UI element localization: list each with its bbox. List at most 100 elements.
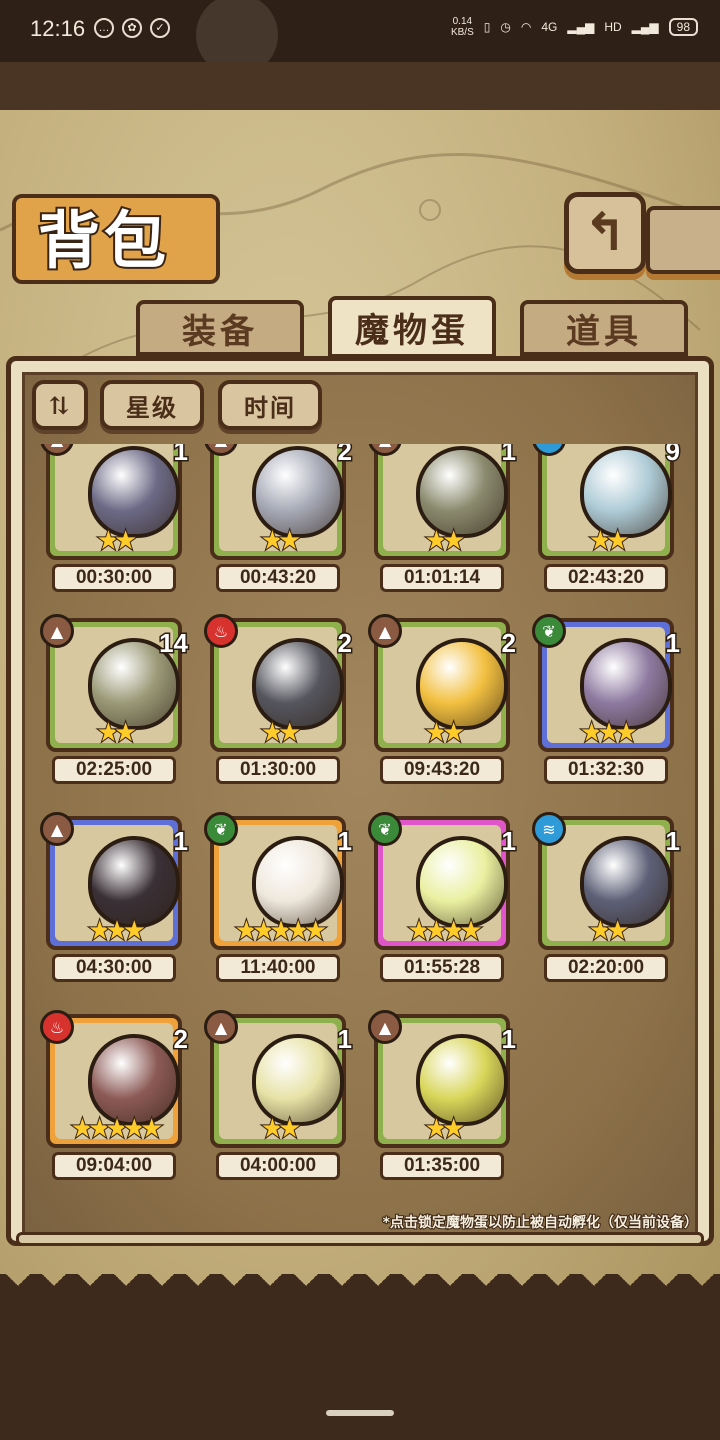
monster-egg-icon (252, 446, 344, 538)
egg-card[interactable]: 1 ❦ ★★★★ 01:55:28 (358, 812, 518, 982)
earth-element-icon: ▲ (368, 1010, 402, 1044)
signal-4g: 4G (541, 20, 558, 34)
star-icon: ★ (260, 717, 285, 749)
wifi-icon: ◠ (520, 20, 532, 34)
back-button[interactable]: ↰ (564, 192, 646, 274)
cell-signal-icon-2: ▂▄▆ (631, 20, 659, 34)
home-indicator[interactable] (326, 1410, 394, 1416)
star-icon: ★ (588, 525, 613, 557)
egg-count: 2 (172, 1023, 190, 1056)
egg-count: 1 (500, 444, 518, 468)
tab-monster-eggs[interactable]: 魔物蛋 (328, 296, 496, 358)
hatch-timer: 11:40:00 (216, 954, 340, 982)
sort-by-time-label: 时间 (244, 392, 296, 422)
earth-element-icon: ▲ (368, 614, 402, 648)
monster-egg-icon (252, 1034, 344, 1126)
hatch-timer: 00:30:00 (52, 564, 176, 592)
star-icon: ★ (277, 525, 302, 557)
hatch-timer: 02:25:00 (52, 756, 176, 784)
monster-egg-icon (416, 836, 508, 928)
earth-element-icon: ▲ (40, 812, 74, 846)
egg-count: 1 (664, 825, 682, 858)
star-rating: ★★ (374, 717, 510, 749)
star-icon: ★ (424, 915, 449, 947)
egg-count: 2 (500, 627, 518, 660)
star-icon: ★ (87, 1113, 112, 1145)
hatch-timer: 04:30:00 (52, 954, 176, 982)
star-icon: ★ (251, 915, 276, 947)
tab-items[interactable]: 道具 (520, 300, 688, 356)
star-icon: ★ (277, 1113, 302, 1145)
star-rating: ★★ (374, 525, 510, 557)
star-rating: ★★★ (46, 915, 182, 947)
egg-card[interactable]: 1 ❦ ★★★ 01:32:30 (522, 614, 682, 784)
net-speed-value: 0.14 (452, 16, 473, 27)
star-icon: ★ (113, 717, 138, 749)
status-time: 12:16 (30, 16, 86, 41)
egg-card[interactable]: 1 ≋ ★★ 02:20:00 (522, 812, 682, 982)
tab-equipment[interactable]: 装备 (136, 300, 304, 356)
star-icon: ★ (87, 915, 112, 947)
star-icon: ★ (96, 525, 121, 557)
egg-card[interactable]: 1▲★★00:30:00 (30, 444, 190, 592)
tab-items-label: 道具 (566, 311, 642, 352)
back-arrow-icon: ↰ (583, 203, 627, 263)
egg-count: 1 (172, 444, 190, 468)
egg-count: 9 (664, 444, 682, 468)
hatch-timer: 01:55:28 (380, 954, 504, 982)
star-icon: ★ (268, 915, 293, 947)
star-icon: ★ (579, 717, 604, 749)
hatch-timer: 09:43:20 (380, 756, 504, 784)
panel-bottom-rail (16, 1232, 704, 1246)
egg-card[interactable]: 1 ▲ ★★ 01:35:00 (358, 1010, 518, 1180)
egg-count: 1 (336, 1023, 354, 1056)
star-icon: ★ (303, 915, 328, 947)
egg-card[interactable]: 1 ▲ ★★★ 04:30:00 (30, 812, 190, 982)
egg-card[interactable]: 2▲★★00:43:20 (194, 444, 354, 592)
hatch-timer: 01:01:14 (380, 564, 504, 592)
egg-card[interactable]: 9≋★★02:43:20 (522, 444, 682, 592)
tab-equipment-label: 装备 (182, 311, 258, 352)
egg-count: 14 (158, 627, 190, 660)
star-icon: ★ (614, 717, 639, 749)
status-system-icons: 0.14 KB/S ▯ ◷ ◠ 4G ▂▄▆ HD ▂▄▆ 98 (451, 16, 698, 38)
tab-monster-eggs-label: 魔物蛋 (355, 310, 469, 351)
egg-card[interactable]: 2 ▲ ★★ 09:43:20 (358, 614, 518, 784)
star-rating: ★★ (374, 1113, 510, 1145)
back-rail (646, 206, 720, 274)
star-rating: ★★ (210, 525, 346, 557)
monster-egg-icon (580, 836, 672, 928)
star-icon: ★ (605, 525, 630, 557)
hatch-timer: 02:43:20 (544, 564, 668, 592)
egg-count: 1 (500, 1023, 518, 1056)
star-icon: ★ (234, 915, 259, 947)
star-rating: ★★ (46, 525, 182, 557)
fire-element-icon: ♨ (204, 614, 238, 648)
message-icon: … (94, 18, 114, 38)
egg-card[interactable]: 1▲★★01:01:14 (358, 444, 518, 592)
egg-card[interactable]: 1 ▲ ★★ 04:00:00 (194, 1010, 354, 1180)
sort-by-star-button[interactable]: 星级 (100, 380, 204, 430)
star-icon: ★ (260, 525, 285, 557)
egg-card[interactable]: 1 ❦ ★★★★★ 11:40:00 (194, 812, 354, 982)
star-icon: ★ (424, 525, 449, 557)
egg-card[interactable]: 14 ▲ ★★ 02:25:00 (30, 614, 189, 784)
egg-count: 2 (336, 627, 354, 660)
star-icon: ★ (441, 525, 466, 557)
wood-element-icon: ❦ (204, 812, 238, 846)
water-element-icon: ≋ (532, 812, 566, 846)
egg-card[interactable]: 2 ♨ ★★★★★ 09:04:00 (30, 1010, 190, 1180)
star-rating: ★★★★ (374, 915, 510, 947)
monster-egg-icon (580, 638, 672, 730)
egg-card[interactable]: 2 ♨ ★★ 01:30:00 (194, 614, 354, 784)
star-rating: ★★ (46, 717, 182, 749)
alarm-icon: ◷ (500, 20, 511, 34)
tab-bar: 装备 魔物蛋 道具 (10, 296, 710, 362)
monster-egg-icon (252, 836, 344, 928)
bottom-wall (0, 1274, 720, 1440)
monster-egg-icon (416, 638, 508, 730)
star-rating: ★★ (210, 717, 346, 749)
sort-toggle-button[interactable]: ⇅ (32, 380, 88, 430)
sort-by-time-button[interactable]: 时间 (218, 380, 322, 430)
wood-element-icon: ❦ (532, 614, 566, 648)
